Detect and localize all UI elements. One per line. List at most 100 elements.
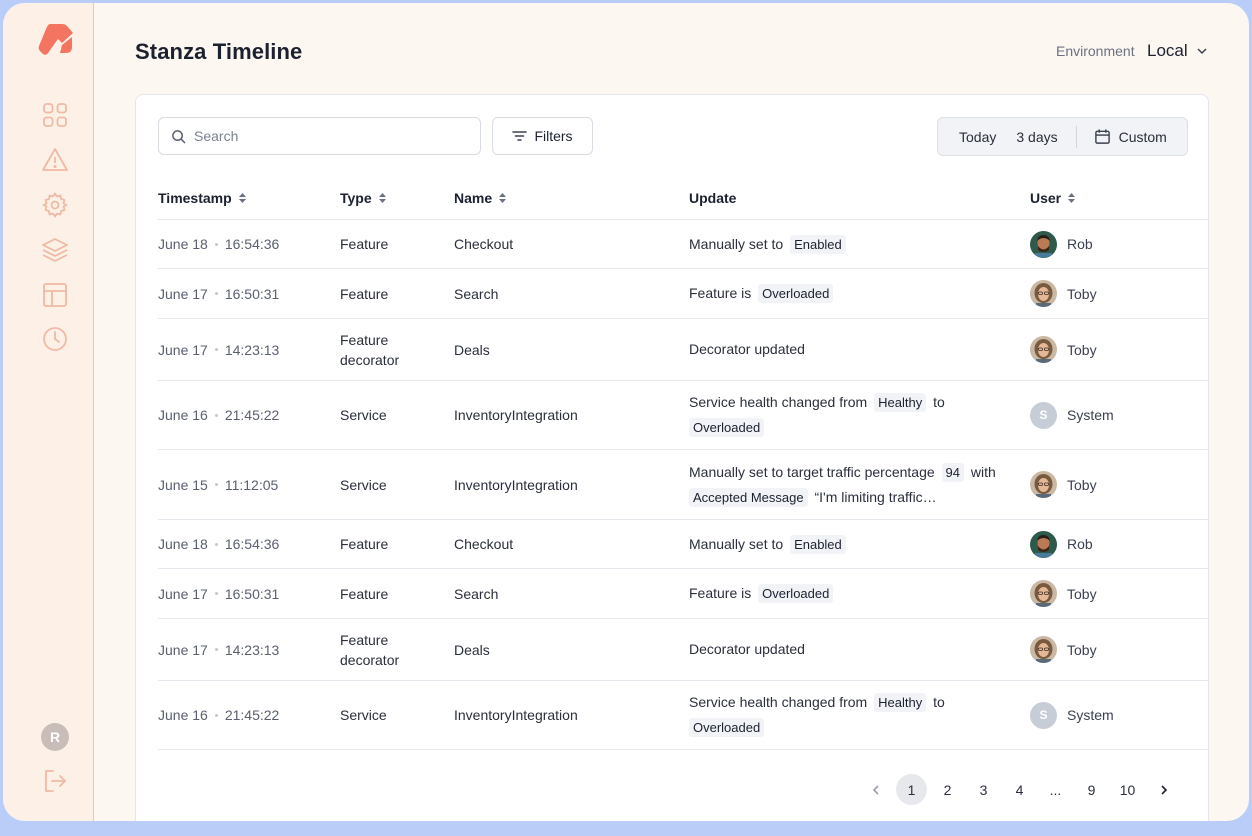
rob-avatar bbox=[1030, 530, 1057, 558]
page-button[interactable]: 10 bbox=[1112, 774, 1143, 805]
timeline-card: Filters Today 3 days Custom Timestamp Ty… bbox=[135, 94, 1209, 821]
logout-icon[interactable] bbox=[41, 767, 69, 795]
layers-icon[interactable] bbox=[41, 236, 69, 264]
clock-icon[interactable] bbox=[41, 325, 69, 353]
page-button[interactable]: 9 bbox=[1076, 774, 1107, 805]
column-header-type[interactable]: Type bbox=[340, 190, 387, 206]
column-label: Type bbox=[340, 190, 372, 206]
timestamp-cell: June 17 14:23:13 bbox=[158, 319, 279, 380]
update-text: Decorator updated bbox=[689, 637, 805, 662]
range-today-button[interactable]: Today bbox=[938, 118, 1006, 155]
update-connector: with bbox=[970, 463, 996, 480]
table-row[interactable]: June 16 21:45:22 Service InventoryIntegrati… bbox=[158, 380, 1209, 449]
chevron-right-icon bbox=[1160, 784, 1167, 795]
table-row[interactable]: June 17 14:23:13 Feature decorator Deals Dec… bbox=[158, 318, 1209, 380]
layout-icon[interactable] bbox=[41, 281, 69, 309]
separator-dot bbox=[214, 242, 218, 246]
table-body: June 18 16:54:36 Feature Checkout Manually s… bbox=[158, 219, 1209, 750]
table-row[interactable]: June 17 14:23:13 Feature decorator Deals Dec… bbox=[158, 618, 1209, 680]
pagination: 1 2 3 4... 9 10 bbox=[860, 774, 1184, 805]
user-avatar[interactable]: R bbox=[41, 723, 69, 751]
type-cell: Service bbox=[340, 450, 430, 519]
update-cell: Manually set to target traffic percentag… bbox=[689, 450, 1009, 519]
user-cell: Rob bbox=[1030, 520, 1093, 568]
table-row[interactable]: June 15 11:12:05 Service InventoryIntegrati… bbox=[158, 449, 1209, 519]
column-label: User bbox=[1030, 190, 1062, 206]
update-text: Service health changed from Healthy to O… bbox=[689, 690, 1009, 740]
user-name: Toby bbox=[1067, 476, 1097, 493]
column-header-timestamp[interactable]: Timestamp bbox=[158, 190, 247, 206]
timestamp-date: June 15 bbox=[158, 476, 208, 493]
timestamp-time: 14:23:13 bbox=[224, 341, 280, 358]
filters-button[interactable]: Filters bbox=[492, 117, 593, 155]
timestamp-date: June 17 bbox=[158, 585, 208, 602]
timestamp-date: June 16 bbox=[158, 707, 208, 723]
timestamp-date: June 16 bbox=[158, 407, 208, 423]
toby-avatar bbox=[1030, 636, 1057, 663]
toby-avatar bbox=[1030, 471, 1057, 498]
stanza-logo[interactable] bbox=[36, 21, 76, 61]
update-message: Service health changed from bbox=[689, 394, 868, 410]
timestamp-cell: June 18 16:54:36 bbox=[158, 220, 279, 268]
table-row[interactable]: June 18 16:54:36 Feature Checkout Manually s… bbox=[158, 519, 1209, 568]
search-box bbox=[158, 117, 481, 155]
user-cell: Toby bbox=[1030, 450, 1097, 519]
timestamp-time: 16:54:36 bbox=[224, 536, 280, 552]
page-button[interactable]: 2 bbox=[932, 774, 963, 805]
next-page-button[interactable] bbox=[1148, 774, 1179, 805]
system-avatar: S bbox=[1030, 401, 1057, 429]
toby-avatar bbox=[1030, 580, 1057, 607]
name-cell: Deals bbox=[454, 619, 490, 680]
name-cell: Checkout bbox=[454, 520, 513, 568]
environment-select[interactable]: Local bbox=[1147, 41, 1208, 61]
dashboard-icon[interactable] bbox=[41, 101, 69, 129]
range-3days-button[interactable]: 3 days bbox=[1006, 118, 1067, 155]
user-name: Rob bbox=[1067, 536, 1093, 552]
update-cell: Manually set to Enabled bbox=[689, 220, 1009, 268]
user-name: Toby bbox=[1067, 341, 1097, 358]
column-header-name[interactable]: Name bbox=[454, 190, 507, 206]
update-message: Decorator updated bbox=[689, 341, 805, 357]
type-value: Service bbox=[340, 707, 387, 723]
name-cell: Search bbox=[454, 569, 498, 618]
update-tag: Overloaded bbox=[758, 284, 834, 303]
user-name: Toby bbox=[1067, 585, 1097, 602]
page-title: Stanza Timeline bbox=[135, 39, 303, 64]
table-row[interactable]: June 17 16:50:31 Feature Search Feature is O… bbox=[158, 268, 1209, 318]
chevron-down-icon bbox=[1197, 48, 1207, 55]
timestamp-time: 16:50:31 bbox=[224, 285, 280, 302]
timestamp-time: 21:45:22 bbox=[224, 707, 280, 723]
type-cell: Feature decorator bbox=[340, 319, 430, 380]
name-value: InventoryIntegration bbox=[454, 476, 578, 493]
user-cell: Toby bbox=[1030, 269, 1097, 318]
type-cell: Service bbox=[340, 381, 430, 449]
type-cell: Feature decorator bbox=[340, 619, 430, 680]
table-row[interactable]: June 16 21:45:22 Service InventoryIntegrati… bbox=[158, 680, 1209, 749]
column-header-user[interactable]: User bbox=[1030, 190, 1076, 206]
page-button[interactable]: 4 bbox=[1004, 774, 1035, 805]
type-value: Feature bbox=[340, 285, 389, 302]
sort-icon bbox=[238, 193, 246, 203]
update-text: Manually set to Enabled bbox=[689, 232, 849, 257]
update-tag: Overloaded bbox=[689, 718, 765, 737]
settings-gear-icon[interactable] bbox=[41, 191, 69, 219]
timestamp-date: June 17 bbox=[158, 285, 208, 302]
system-initial: S bbox=[1039, 708, 1048, 722]
user-cell: Rob bbox=[1030, 220, 1093, 268]
table-row[interactable]: June 17 16:50:31 Feature Search Feature is O… bbox=[158, 568, 1209, 618]
prev-page-button[interactable] bbox=[860, 774, 891, 805]
type-value: Feature decorator bbox=[340, 631, 400, 668]
page-button[interactable]: 3 bbox=[968, 774, 999, 805]
separator-dot bbox=[214, 592, 218, 595]
alert-icon[interactable] bbox=[41, 146, 69, 174]
range-custom-button[interactable]: Custom bbox=[1077, 128, 1167, 145]
update-tag: 94 bbox=[941, 462, 965, 482]
type-value: Service bbox=[340, 476, 387, 493]
user-name: System bbox=[1067, 407, 1114, 423]
table-row[interactable]: June 18 16:54:36 Feature Checkout Manually s… bbox=[158, 219, 1209, 268]
update-message: Manually set to bbox=[689, 535, 784, 552]
update-cell: Feature is Overloaded bbox=[689, 569, 1009, 618]
user-cell: S System bbox=[1030, 381, 1114, 449]
page-button[interactable]: 1 bbox=[896, 774, 927, 805]
search-input[interactable] bbox=[194, 128, 464, 144]
